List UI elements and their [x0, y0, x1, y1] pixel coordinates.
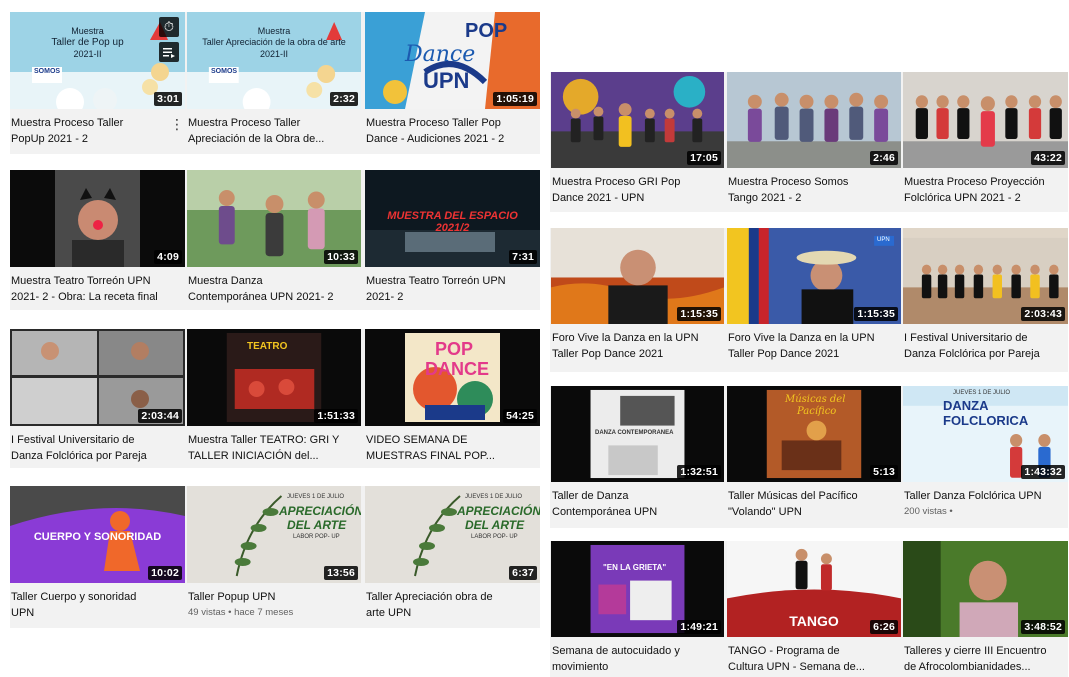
video-title[interactable]: Taller Músicas del Pacífico "Volando" UPN — [728, 488, 898, 520]
video-title-line: Muestra Proceso Proyección — [904, 176, 1045, 188]
video-title[interactable]: Taller Danza Folclórica UPN — [904, 488, 1065, 504]
video-title-line: Tango 2021 - 2 — [728, 192, 802, 204]
video-meta: 200 vistas • — [904, 506, 953, 517]
duration-badge: 2:46 — [870, 151, 898, 165]
video-card[interactable]: 2:46 Muestra Proceso Somos Tango 2021 - 2 — [727, 72, 901, 212]
video-title[interactable]: Taller de Danza Contemporánea UPN — [552, 488, 721, 520]
video-title-line: TANGO - Programa de — [728, 645, 840, 657]
video-card[interactable]: 2:03:43 I Festival Universitario de Danza … — [903, 228, 1068, 372]
video-title-line: Muestra Proceso GRI Pop — [552, 176, 681, 188]
video-card[interactable]: DANZA CONTEMPORANEA 1:32:51 Taller de Danz… — [551, 386, 724, 528]
right-video-grid: 17:05 Muestra Proceso GRI Pop Dance 2021 -… — [0, 0, 1069, 677]
duration-badge: 1:43:32 — [1021, 465, 1065, 479]
duration-badge: 6:26 — [870, 620, 898, 634]
video-title[interactable]: Semana de autocuidado y movimiento — [552, 643, 721, 675]
duration-badge: 1:15:35 — [677, 307, 721, 321]
video-title-line: "Volando" UPN — [728, 506, 802, 518]
video-title-line: Danza Folclórica por Pareja — [904, 348, 1040, 360]
video-card[interactable]: UPN 1:15:35 Foro Vive la Danza en la UPN Ta… — [727, 228, 901, 372]
video-title-line: Taller Músicas del Pacífico — [728, 490, 858, 502]
video-card[interactable]: 3:48:52 Talleres y cierre III Encuentro de… — [903, 541, 1068, 677]
thumbnail-text: Pacífico — [797, 406, 837, 417]
video-title-line: Dance 2021 - UPN — [552, 192, 645, 204]
duration-badge: 1:49:21 — [677, 620, 721, 634]
thumbnail-text: "EN LA GRIETA" — [603, 563, 667, 572]
video-title-line: Contemporánea UPN — [552, 506, 658, 518]
video-title[interactable]: Talleres y cierre III Encuentro de Afroco… — [904, 643, 1065, 675]
video-title-line: Muestra Proceso Somos — [728, 176, 849, 188]
thumbnail-text: DANZA CONTEMPORANEA — [595, 430, 674, 436]
video-title-line: Taller de Danza — [552, 490, 629, 502]
video-title[interactable]: TANGO - Programa de Cultura UPN - Semana … — [728, 643, 898, 675]
video-card[interactable]: "EN LA GRIETA" 1:49:21 Semana de autocuida… — [551, 541, 724, 677]
video-title-line: I Festival Universitario de — [904, 332, 1028, 344]
video-title-line: Folclórica UPN 2021 - 2 — [904, 192, 1021, 204]
video-title[interactable]: Muestra Proceso Proyección Folclórica UPN… — [904, 174, 1065, 206]
video-title[interactable]: Muestra Proceso GRI Pop Dance 2021 - UPN — [552, 174, 721, 206]
video-title[interactable]: Foro Vive la Danza en la UPN Taller Pop D… — [728, 330, 898, 362]
video-title-line: Talleres y cierre III Encuentro — [904, 645, 1047, 657]
thumbnail-text: DANZA FOLCLORICA — [943, 398, 1029, 428]
duration-badge: 17:05 — [687, 151, 721, 165]
duration-badge: 1:32:51 — [677, 465, 721, 479]
thumbnail-text: JUEVES 1 DE JULIO — [953, 390, 1011, 396]
video-card[interactable]: 17:05 Muestra Proceso GRI Pop Dance 2021 -… — [551, 72, 724, 212]
duration-badge: 2:03:43 — [1021, 307, 1065, 321]
video-card[interactable]: JUEVES 1 DE JULIO DANZA FOLCLORICA 1:43:32… — [903, 386, 1068, 528]
duration-badge: 43:22 — [1031, 151, 1065, 165]
video-title-line: Taller Pop Dance 2021 — [552, 348, 664, 360]
video-card[interactable]: 43:22 Muestra Proceso Proyección Folclóric… — [903, 72, 1068, 212]
video-title[interactable]: Foro Vive la Danza en la UPN Taller Pop D… — [552, 330, 721, 362]
video-title-line: Taller Pop Dance 2021 — [728, 348, 840, 360]
video-title-line: Semana de autocuidado y — [552, 645, 680, 657]
thumbnail-text: UPN — [877, 237, 890, 243]
video-title-line: movimiento — [552, 661, 609, 673]
video-card[interactable]: 1:15:35 Foro Vive la Danza en la UPN Talle… — [551, 228, 724, 372]
video-title-line: de Afrocolombianidades... — [904, 661, 1031, 673]
video-card[interactable]: Músicas del Pacífico 5:13 Taller Músicas de… — [727, 386, 901, 528]
video-title[interactable]: Muestra Proceso Somos Tango 2021 - 2 — [728, 174, 898, 206]
video-title[interactable]: I Festival Universitario de Danza Folclór… — [904, 330, 1065, 362]
video-title-line: Taller Danza Folclórica UPN — [904, 490, 1042, 502]
video-title-line: Foro Vive la Danza en la UPN — [552, 332, 699, 344]
thumbnail-text: Músicas del — [785, 394, 846, 405]
video-title-line: Cultura UPN - Semana de... — [728, 661, 865, 673]
duration-badge: 1:15:35 — [854, 307, 898, 321]
duration-badge: 3:48:52 — [1021, 620, 1065, 634]
video-card[interactable]: TANGO 6:26 TANGO - Programa de Cultura UPN … — [727, 541, 901, 677]
duration-badge: 5:13 — [870, 465, 898, 479]
video-title-line: Foro Vive la Danza en la UPN — [728, 332, 875, 344]
